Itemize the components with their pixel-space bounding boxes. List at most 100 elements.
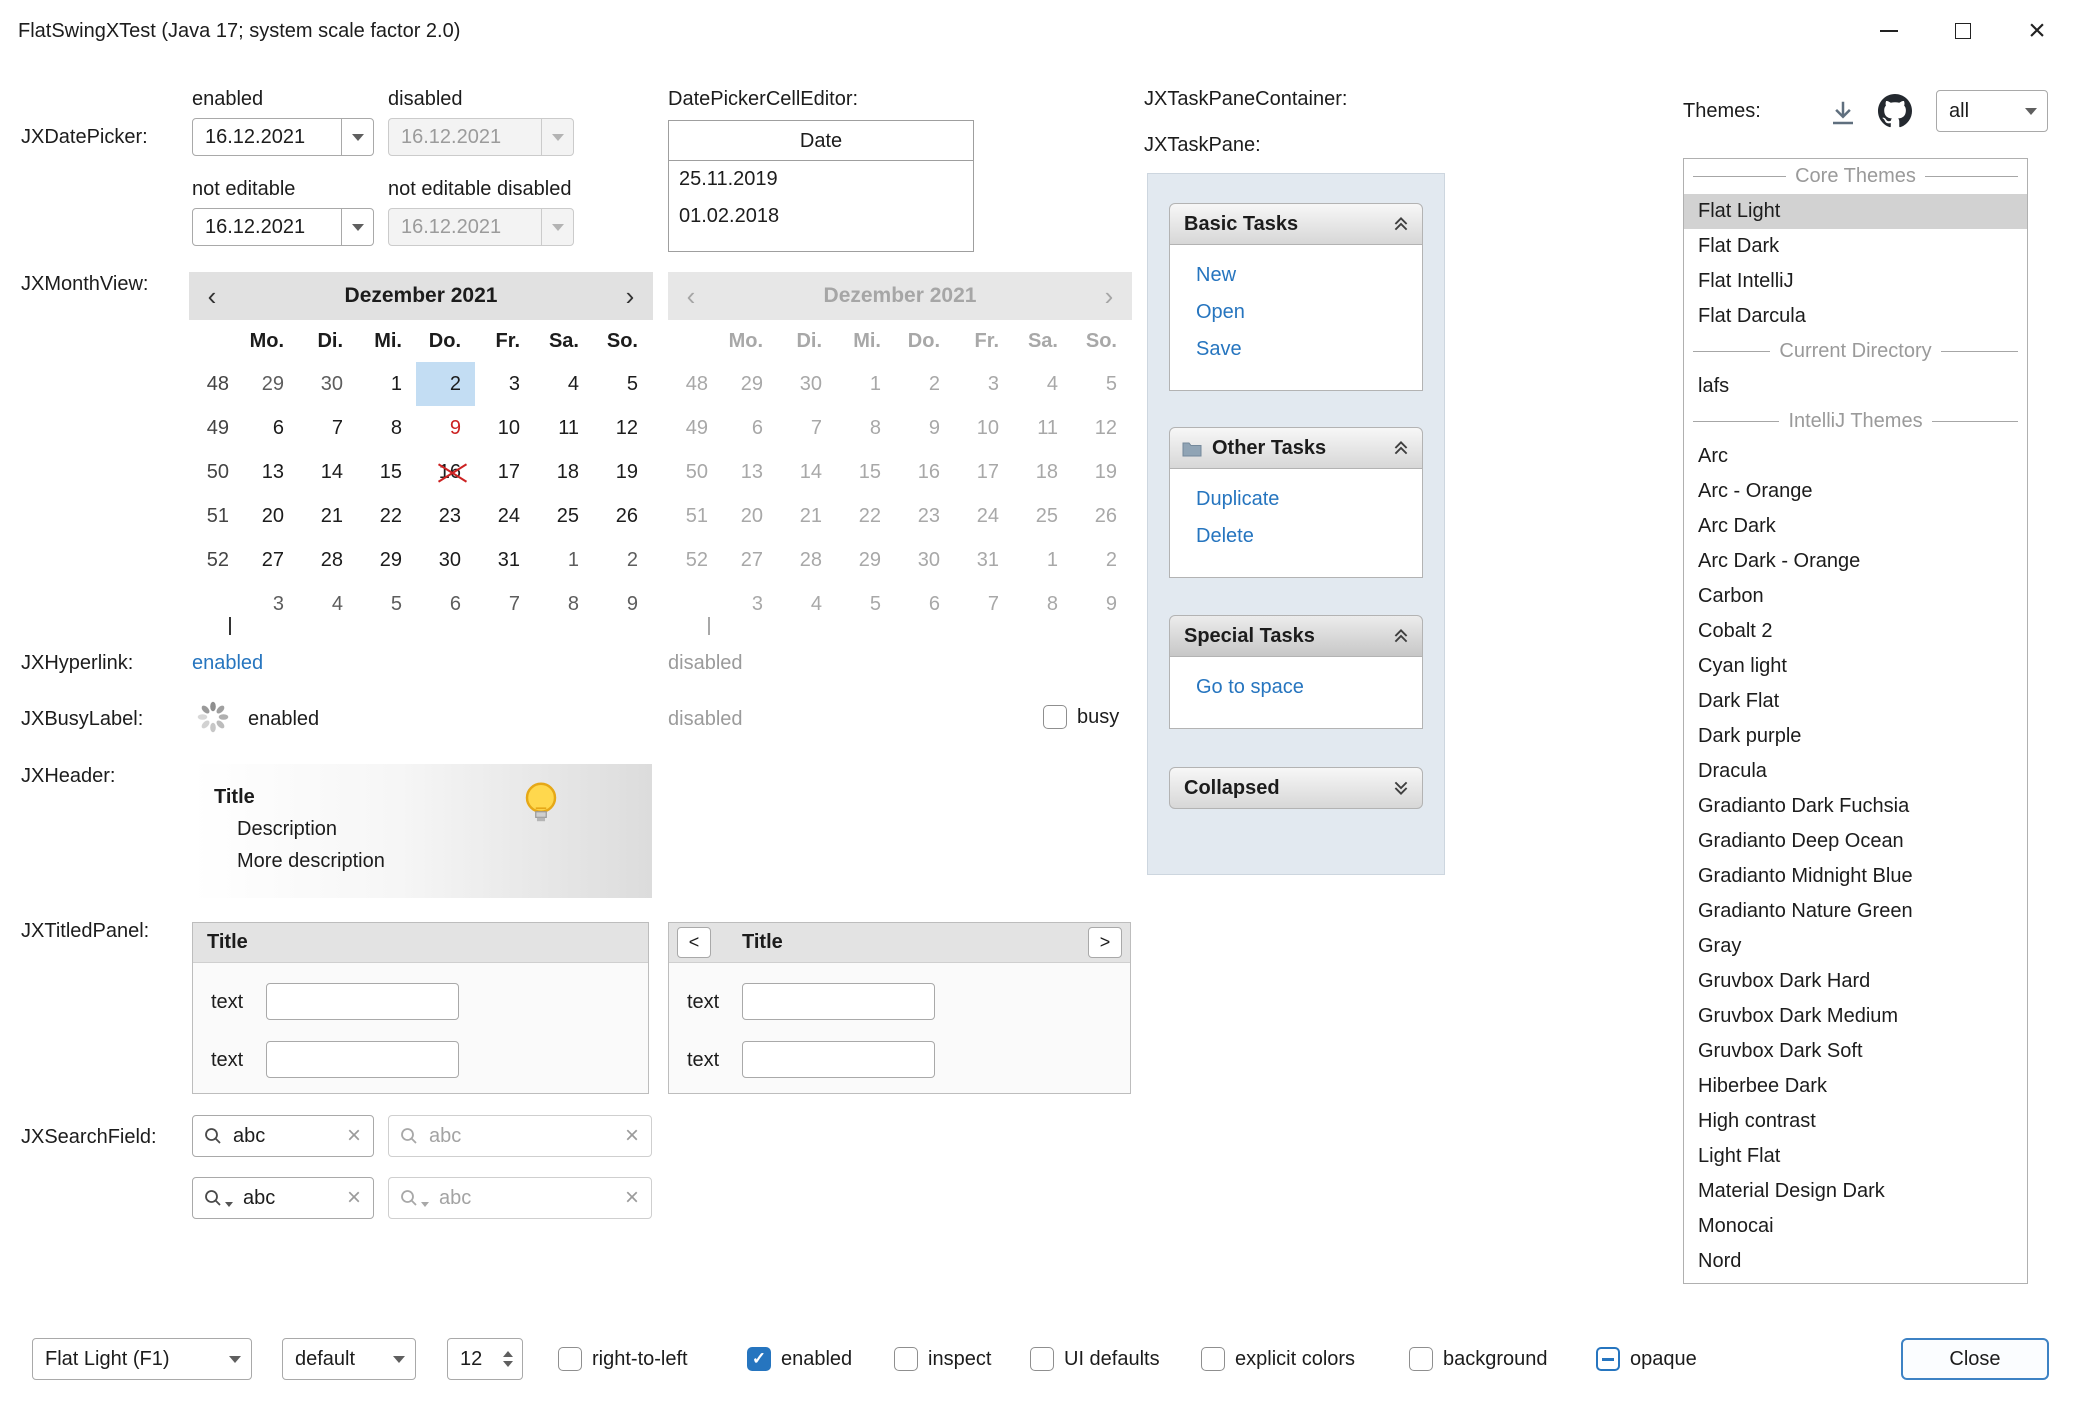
day-cell[interactable]: 15 bbox=[357, 450, 416, 494]
day-cell[interactable]: 27 bbox=[239, 538, 298, 582]
day-cell[interactable]: 7 bbox=[298, 406, 357, 450]
theme-list-item[interactable]: Arc bbox=[1684, 439, 2027, 474]
search-input[interactable] bbox=[233, 1187, 347, 1210]
day-cell[interactable]: 18 bbox=[534, 450, 593, 494]
clear-icon[interactable]: × bbox=[347, 1186, 373, 1210]
theme-list-item[interactable]: Gradianto Dark Fuchsia bbox=[1684, 789, 2027, 824]
theme-list-item[interactable]: Flat IntelliJ bbox=[1684, 264, 2027, 299]
theme-list-item[interactable]: Gradianto Midnight Blue bbox=[1684, 859, 2027, 894]
day-cell[interactable]: 4 bbox=[298, 582, 357, 626]
task-link[interactable]: Duplicate bbox=[1170, 481, 1422, 518]
theme-list-item[interactable]: Gruvbox Dark Soft bbox=[1684, 1034, 2027, 1069]
theme-list-item[interactable]: Gruvbox Dark Medium bbox=[1684, 999, 2027, 1034]
theme-list-item[interactable]: Nord bbox=[1684, 1244, 2027, 1279]
checkbox-inspect[interactable]: inspect bbox=[894, 1347, 991, 1371]
day-cell[interactable]: 9 bbox=[593, 582, 652, 626]
search-field-1[interactable]: × bbox=[192, 1115, 374, 1157]
hyperlink-enabled[interactable]: enabled bbox=[192, 652, 263, 675]
font-size-spinner[interactable]: 12 bbox=[447, 1338, 523, 1380]
day-cell[interactable]: 2 bbox=[593, 538, 652, 582]
day-cell[interactable]: 23 bbox=[416, 494, 475, 538]
search-field-3[interactable]: × bbox=[192, 1177, 374, 1219]
checkbox-background[interactable]: background bbox=[1409, 1347, 1548, 1371]
taskpane-header[interactable]: Collapsed bbox=[1169, 767, 1423, 809]
day-cell[interactable]: 25 bbox=[534, 494, 593, 538]
theme-list-item[interactable]: Arc Dark bbox=[1684, 509, 2027, 544]
day-cell[interactable]: 3 bbox=[239, 582, 298, 626]
day-cell[interactable]: 28 bbox=[298, 538, 357, 582]
theme-list-item[interactable]: lafs bbox=[1684, 369, 2027, 404]
theme-list-item[interactable]: Hiberbee Dark bbox=[1684, 1069, 2027, 1104]
day-cell[interactable]: 13 bbox=[239, 450, 298, 494]
checkbox-box[interactable] bbox=[1043, 705, 1067, 729]
theme-list-item[interactable]: Dark purple bbox=[1684, 719, 2027, 754]
day-cell[interactable]: 4 bbox=[534, 362, 593, 406]
day-cell[interactable]: 24 bbox=[475, 494, 534, 538]
theme-list-item[interactable]: Dark Flat bbox=[1684, 684, 2027, 719]
day-cell[interactable]: 14 bbox=[298, 450, 357, 494]
datepicker-value[interactable]: 16.12.2021 bbox=[193, 126, 341, 149]
download-icon[interactable] bbox=[1828, 98, 1858, 134]
table-row[interactable]: 25.11.2019 bbox=[669, 161, 973, 198]
checkbox-busy[interactable]: busy bbox=[1043, 705, 1119, 729]
laf-combobox[interactable]: Flat Light (F1) bbox=[32, 1338, 252, 1380]
monthview-enabled[interactable]: ‹Dezember 2021›Mo.Di.Mi.Do.Fr.Sa.So.4829… bbox=[189, 272, 653, 636]
day-cell[interactable]: 8 bbox=[357, 406, 416, 450]
theme-list-item[interactable]: Monocai bbox=[1684, 1209, 2027, 1244]
day-cell[interactable]: 31 bbox=[475, 538, 534, 582]
taskpane-header[interactable]: Special Tasks bbox=[1169, 615, 1423, 657]
checkbox-ui-defaults[interactable]: UI defaults bbox=[1030, 1347, 1160, 1371]
theme-list-item[interactable]: Material Design Dark bbox=[1684, 1174, 2027, 1209]
next-button[interactable]: > bbox=[1088, 927, 1122, 958]
style-combobox[interactable]: default bbox=[282, 1338, 416, 1380]
datepicker-enabled[interactable]: 16.12.2021 bbox=[192, 118, 374, 156]
theme-list-item[interactable]: Light Flat bbox=[1684, 1139, 2027, 1174]
spinner-value[interactable]: 12 bbox=[448, 1348, 503, 1371]
maximize-button[interactable] bbox=[1926, 0, 2000, 62]
checkbox-box[interactable] bbox=[894, 1347, 918, 1371]
theme-list-item[interactable]: Arc Dark - Orange bbox=[1684, 544, 2027, 579]
taskpane-header[interactable]: Other Tasks bbox=[1169, 427, 1423, 469]
close-button[interactable]: Close bbox=[1901, 1338, 2049, 1380]
day-cell[interactable]: 29 bbox=[357, 538, 416, 582]
datepicker-dropdown-button[interactable] bbox=[341, 209, 373, 245]
chevron-double-up-icon[interactable] bbox=[1392, 215, 1410, 233]
checkbox-box[interactable] bbox=[1596, 1347, 1620, 1371]
datepicker-dropdown-button[interactable] bbox=[341, 119, 373, 155]
theme-list-item[interactable]: Dracula bbox=[1684, 754, 2027, 789]
checkbox-box[interactable] bbox=[1409, 1347, 1433, 1371]
close-window-button[interactable]: × bbox=[2000, 0, 2074, 62]
checkbox-box[interactable] bbox=[558, 1347, 582, 1371]
prev-month-icon[interactable]: ‹ bbox=[189, 272, 235, 320]
text-input[interactable] bbox=[742, 983, 935, 1020]
chevron-double-up-icon[interactable] bbox=[1392, 627, 1410, 645]
theme-list-item[interactable]: High contrast bbox=[1684, 1104, 2027, 1139]
day-cell[interactable]: 3 bbox=[475, 362, 534, 406]
checkbox-box[interactable] bbox=[1030, 1347, 1054, 1371]
spinner-up-icon[interactable] bbox=[503, 1351, 513, 1357]
clear-icon[interactable]: × bbox=[347, 1124, 373, 1148]
day-cell[interactable]: 10 bbox=[475, 406, 534, 450]
theme-list-item[interactable]: Gray bbox=[1684, 929, 2027, 964]
checkbox-opaque[interactable]: opaque bbox=[1596, 1347, 1697, 1371]
task-link[interactable]: New bbox=[1170, 257, 1422, 294]
task-link[interactable]: Go to space bbox=[1170, 669, 1422, 706]
day-cell[interactable]: 1 bbox=[534, 538, 593, 582]
day-cell[interactable]: 12 bbox=[593, 406, 652, 450]
datepicker-not-editable[interactable]: 16.12.2021 bbox=[192, 208, 374, 246]
task-link[interactable]: Open bbox=[1170, 294, 1422, 331]
checkbox-box[interactable] bbox=[1201, 1347, 1225, 1371]
themes-list[interactable]: Core ThemesFlat LightFlat DarkFlat Intel… bbox=[1683, 158, 2028, 1284]
theme-list-item[interactable]: Arc - Orange bbox=[1684, 474, 2027, 509]
theme-list-item[interactable]: Gruvbox Dark Hard bbox=[1684, 964, 2027, 999]
theme-list-item[interactable]: Carbon bbox=[1684, 579, 2027, 614]
checkbox-box[interactable]: ✓ bbox=[747, 1347, 771, 1371]
themes-filter-combobox[interactable]: all bbox=[1936, 90, 2048, 132]
task-link[interactable]: Delete bbox=[1170, 518, 1422, 555]
cell-editor-table[interactable]: Date 25.11.2019 01.02.2018 bbox=[668, 120, 974, 252]
theme-list-item[interactable]: Gradianto Deep Ocean bbox=[1684, 824, 2027, 859]
checkbox-right-to-left[interactable]: right-to-left bbox=[558, 1347, 688, 1371]
day-cell[interactable]: 29 bbox=[239, 362, 298, 406]
day-cell[interactable]: 17 bbox=[475, 450, 534, 494]
next-month-icon[interactable]: › bbox=[607, 272, 653, 320]
